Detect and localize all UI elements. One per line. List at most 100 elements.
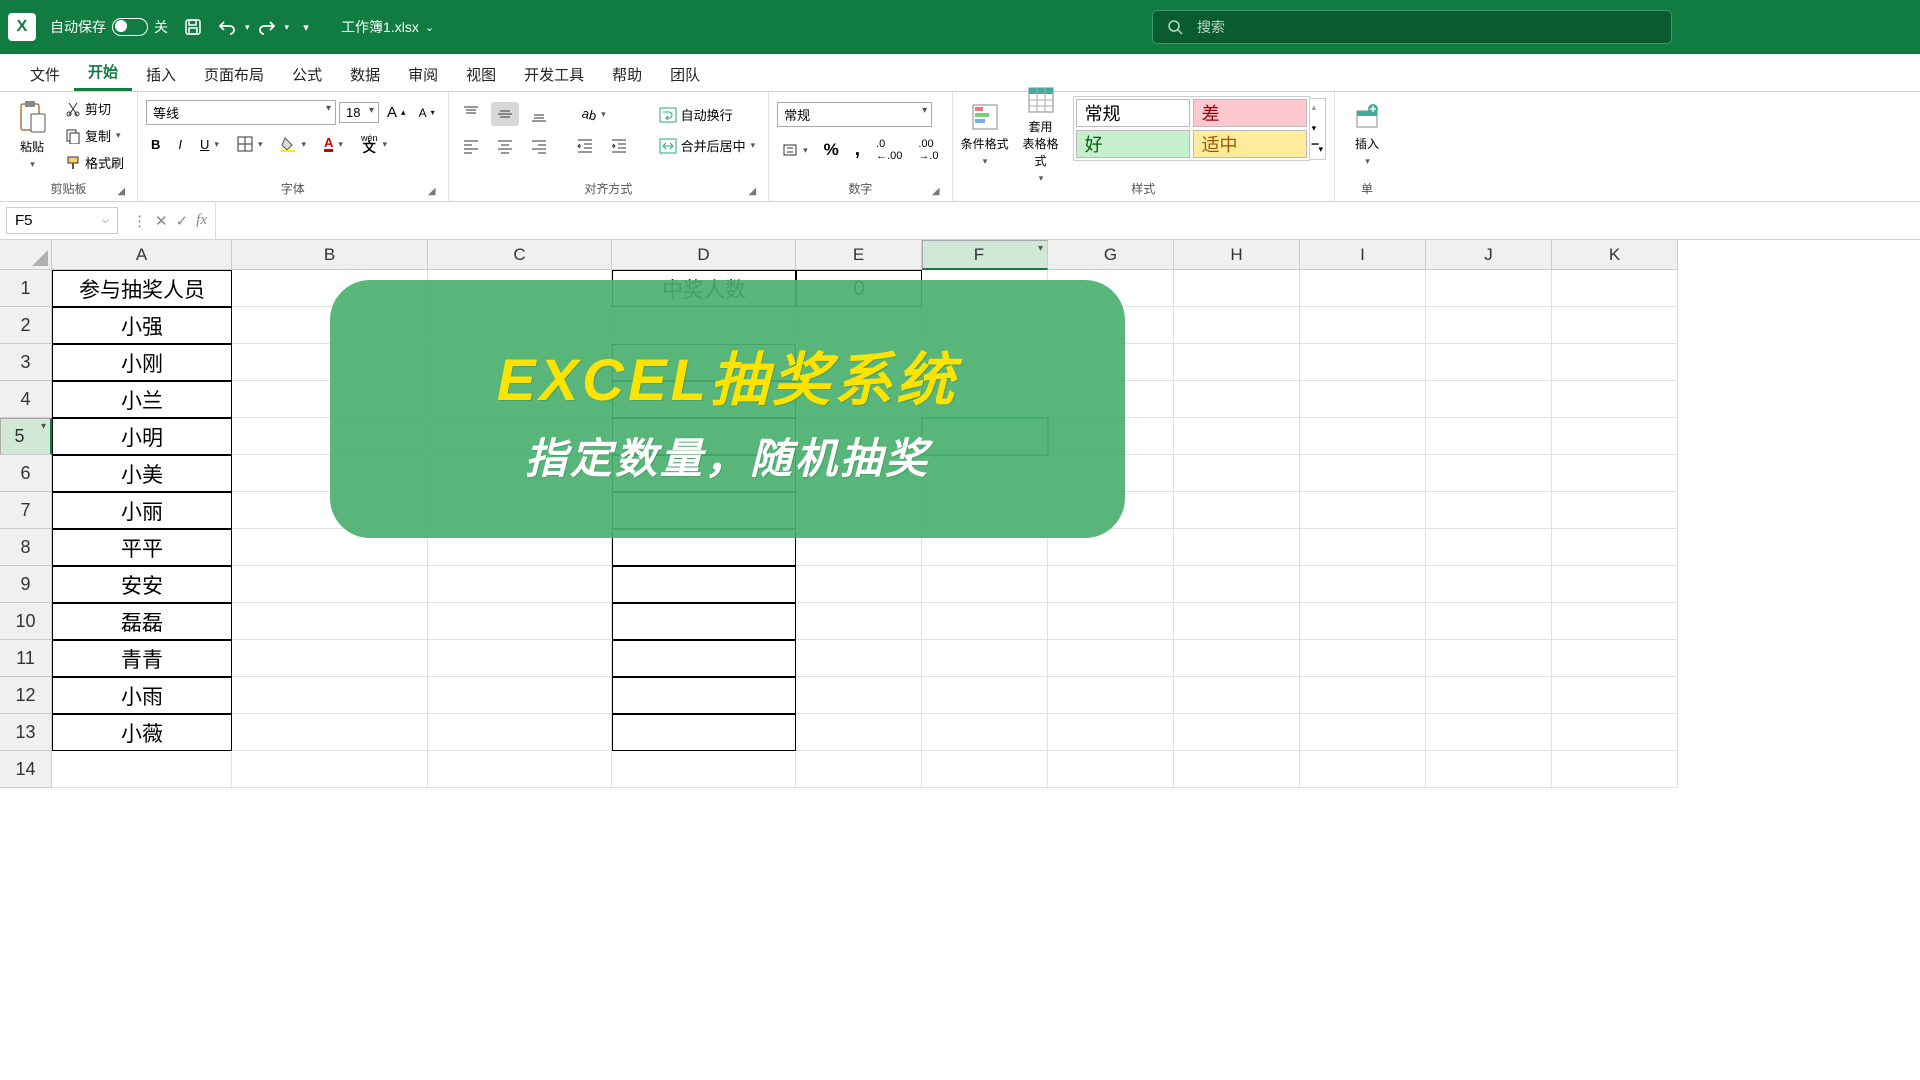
cell-I3[interactable]: [1300, 344, 1426, 381]
cell-D11[interactable]: [612, 640, 796, 677]
search-input[interactable]: 搜索: [1152, 10, 1672, 44]
row-header-5[interactable]: 5: [0, 418, 52, 455]
number-format-select[interactable]: 常规: [777, 102, 932, 127]
gallery-up-icon[interactable]: ▴: [1312, 102, 1323, 113]
cell-J14[interactable]: [1426, 751, 1552, 788]
autosave-toggle-icon[interactable]: [112, 18, 148, 36]
insert-cells-button[interactable]: 插入▾: [1343, 96, 1391, 174]
cell-J13[interactable]: [1426, 714, 1552, 751]
cell-G13[interactable]: [1048, 714, 1174, 751]
cell-K6[interactable]: [1552, 455, 1678, 492]
increase-font-button[interactable]: A▴: [382, 101, 411, 124]
col-header-H[interactable]: H: [1174, 240, 1300, 270]
row-header-8[interactable]: 8: [0, 529, 52, 566]
cell-J4[interactable]: [1426, 381, 1552, 418]
style-normal[interactable]: 常规: [1076, 99, 1190, 127]
formula-input[interactable]: [215, 202, 1920, 239]
fx-button[interactable]: fx: [196, 212, 207, 229]
ribbon-tab-视图[interactable]: 视图: [452, 56, 510, 91]
accounting-format-button[interactable]: ▾: [777, 139, 813, 161]
cell-D9[interactable]: [612, 566, 796, 603]
align-center-button[interactable]: [491, 134, 519, 158]
ribbon-tab-公式[interactable]: 公式: [278, 56, 336, 91]
increase-decimal-button[interactable]: .0←.00: [871, 135, 907, 165]
ribbon-tab-开始[interactable]: 开始: [74, 53, 132, 91]
fbar-dropdown-icon[interactable]: ⋮: [132, 212, 147, 230]
cell-A13[interactable]: 小薇: [52, 714, 232, 751]
cell-I1[interactable]: [1300, 270, 1426, 307]
redo-button[interactable]: [252, 12, 282, 42]
cell-H1[interactable]: [1174, 270, 1300, 307]
cell-F11[interactable]: [922, 640, 1048, 677]
select-all-corner[interactable]: [0, 240, 52, 270]
cell-E14[interactable]: [796, 751, 922, 788]
align-middle-button[interactable]: [491, 102, 519, 126]
cell-K7[interactable]: [1552, 492, 1678, 529]
cell-C14[interactable]: [428, 751, 612, 788]
style-bad[interactable]: 差: [1193, 99, 1307, 127]
cell-A3[interactable]: 小刚: [52, 344, 232, 381]
increase-indent-button[interactable]: [605, 134, 633, 158]
cell-C12[interactable]: [428, 677, 612, 714]
ribbon-tab-文件[interactable]: 文件: [16, 56, 74, 91]
font-size-select[interactable]: 18: [339, 102, 379, 123]
cell-K1[interactable]: [1552, 270, 1678, 307]
col-header-K[interactable]: K: [1552, 240, 1678, 270]
dialog-launcher-icon[interactable]: ◢: [932, 186, 940, 197]
cell-G11[interactable]: [1048, 640, 1174, 677]
cell-I12[interactable]: [1300, 677, 1426, 714]
cell-J2[interactable]: [1426, 307, 1552, 344]
cell-I8[interactable]: [1300, 529, 1426, 566]
cell-H12[interactable]: [1174, 677, 1300, 714]
cell-F10[interactable]: [922, 603, 1048, 640]
row-header-10[interactable]: 10: [0, 603, 52, 640]
cell-I7[interactable]: [1300, 492, 1426, 529]
cell-A4[interactable]: 小兰: [52, 381, 232, 418]
align-top-button[interactable]: [457, 102, 485, 126]
dialog-launcher-icon[interactable]: ◢: [428, 186, 436, 197]
italic-button[interactable]: I: [173, 134, 187, 155]
fill-color-button[interactable]: ▾: [275, 133, 311, 155]
cell-H5[interactable]: [1174, 418, 1300, 455]
cell-A2[interactable]: 小强: [52, 307, 232, 344]
cancel-formula-button[interactable]: ✕: [155, 212, 168, 230]
cell-K2[interactable]: [1552, 307, 1678, 344]
cell-E11[interactable]: [796, 640, 922, 677]
cell-D10[interactable]: [612, 603, 796, 640]
gallery-more-icon[interactable]: ▔▾: [1312, 144, 1323, 155]
cell-D13[interactable]: [612, 714, 796, 751]
conditional-format-button[interactable]: 条件格式▾: [961, 96, 1009, 174]
col-header-E[interactable]: E: [796, 240, 922, 270]
cell-C10[interactable]: [428, 603, 612, 640]
cell-K13[interactable]: [1552, 714, 1678, 751]
col-header-J[interactable]: J: [1426, 240, 1552, 270]
dialog-launcher-icon[interactable]: ◢: [117, 186, 125, 197]
ribbon-tab-审阅[interactable]: 审阅: [394, 56, 452, 91]
redo-dropdown-icon[interactable]: ▾: [285, 22, 290, 33]
copy-button[interactable]: 复制▾: [60, 123, 129, 148]
cell-I10[interactable]: [1300, 603, 1426, 640]
row-header-3[interactable]: 3: [0, 344, 52, 381]
cell-E10[interactable]: [796, 603, 922, 640]
wrap-text-button[interactable]: 自动换行: [654, 102, 761, 127]
cell-H9[interactable]: [1174, 566, 1300, 603]
cell-D14[interactable]: [612, 751, 796, 788]
cell-G12[interactable]: [1048, 677, 1174, 714]
col-header-B[interactable]: B: [232, 240, 428, 270]
cell-J10[interactable]: [1426, 603, 1552, 640]
ribbon-tab-团队[interactable]: 团队: [656, 56, 714, 91]
cell-I5[interactable]: [1300, 418, 1426, 455]
col-header-C[interactable]: C: [428, 240, 612, 270]
row-header-11[interactable]: 11: [0, 640, 52, 677]
cell-J8[interactable]: [1426, 529, 1552, 566]
cell-B14[interactable]: [232, 751, 428, 788]
accept-formula-button[interactable]: ✓: [176, 212, 189, 230]
cell-K14[interactable]: [1552, 751, 1678, 788]
cell-H10[interactable]: [1174, 603, 1300, 640]
cell-A1[interactable]: 参与抽奖人员: [52, 270, 232, 307]
row-header-14[interactable]: 14: [0, 751, 52, 788]
cell-B13[interactable]: [232, 714, 428, 751]
cell-A7[interactable]: 小丽: [52, 492, 232, 529]
font-name-select[interactable]: 等线: [146, 100, 336, 125]
cell-K5[interactable]: [1552, 418, 1678, 455]
